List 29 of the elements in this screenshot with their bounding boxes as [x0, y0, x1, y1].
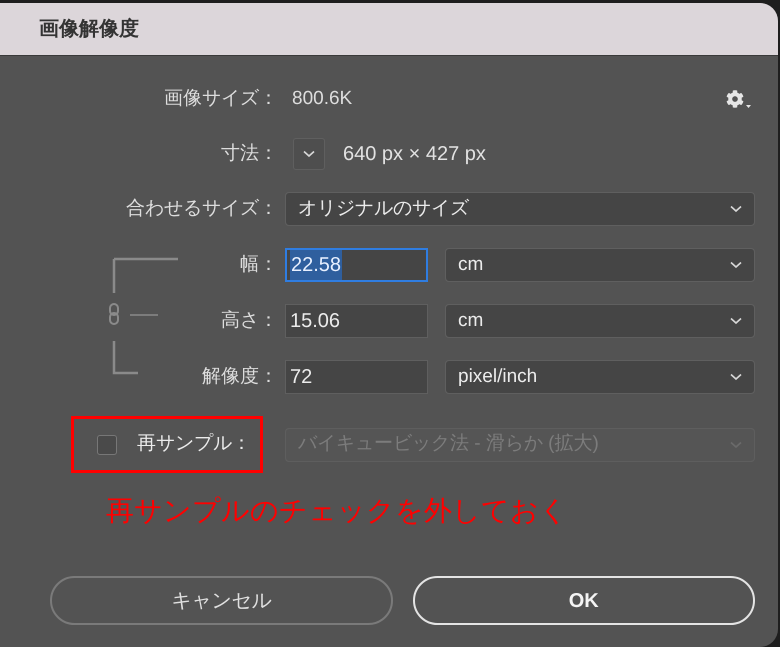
chevron-icon: [730, 373, 742, 381]
field-label: 幅：: [239, 252, 278, 277]
chevron-icon: [730, 205, 742, 213]
field-label: 合わせるサイズ：: [125, 196, 278, 221]
chevron-icon: [730, 261, 742, 269]
dropdown[interactable]: pixel/inch: [445, 360, 755, 394]
number-field[interactable]: 72: [285, 360, 428, 394]
chevron-icon: [730, 317, 742, 325]
dropdown[interactable]: cm: [445, 304, 755, 338]
caret-icon: [746, 105, 751, 108]
number-field[interactable]: 22.58: [285, 248, 428, 282]
settings-menu-button[interactable]: [726, 90, 751, 108]
field-label: 寸法：: [220, 142, 278, 166]
field-label: 画像サイズ：: [163, 86, 278, 111]
field-label: 高さ：: [220, 308, 278, 333]
dimensions-dropdown[interactable]: [293, 138, 325, 170]
ok-button[interactable]: OK: [412, 576, 755, 625]
window-title: 画像解像度: [39, 16, 139, 42]
number-field[interactable]: 15.06: [285, 304, 428, 338]
dropdown[interactable]: cm: [445, 248, 755, 282]
resample-label: 再サンプル：: [137, 432, 251, 456]
chevron-icon: [303, 150, 315, 158]
dropdown[interactable]: オリジナルのサイズ: [285, 192, 755, 226]
dimensions-value: 640 px × 427 px: [343, 142, 486, 167]
annotation-text: 再サンプルのチェックを外しておく: [106, 497, 569, 525]
cancel-button[interactable]: キャンセル: [50, 576, 392, 625]
field-label: 解像度：: [201, 364, 278, 389]
image-size-value: 800.6K: [292, 86, 352, 111]
settings-icon: [726, 90, 744, 108]
